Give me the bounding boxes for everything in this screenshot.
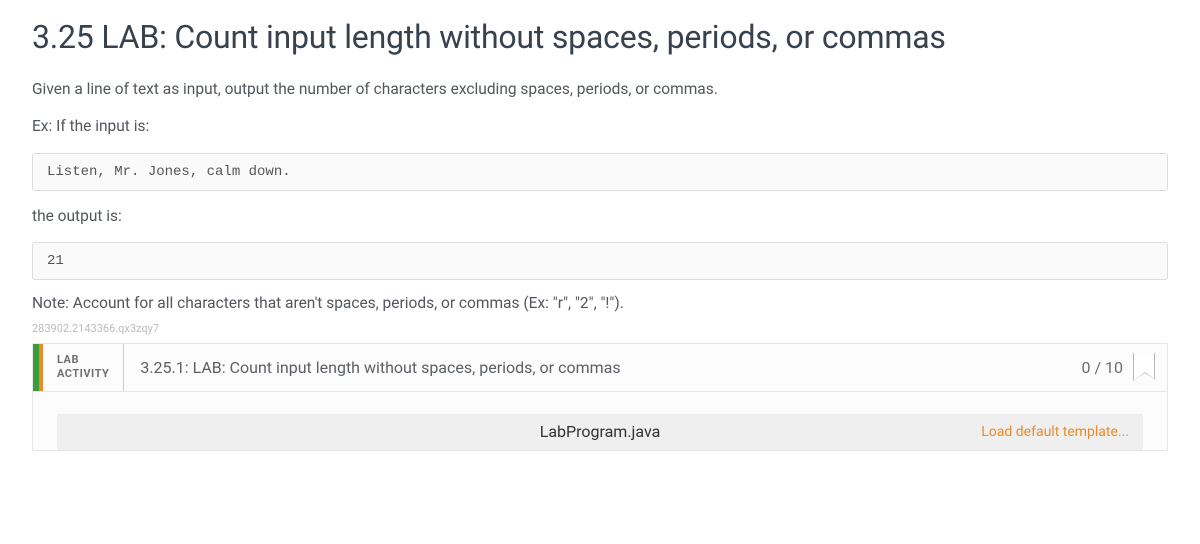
problem-description: Given a line of text as input, output th… <box>32 78 1168 101</box>
bookmark-icon[interactable] <box>1133 353 1155 381</box>
activity-title: 3.25.1: LAB: Count input length without … <box>124 344 1069 391</box>
activity-score: 0 / 10 <box>1069 344 1167 391</box>
activity-card: LAB ACTIVITY 3.25.1: LAB: Count input le… <box>32 343 1168 451</box>
example-input-block: Listen, Mr. Jones, calm down. <box>32 153 1168 191</box>
reference-id: 283902.2143366.qx3zqy7 <box>32 322 1168 335</box>
page-title: 3.25 LAB: Count input length without spa… <box>32 18 1168 56</box>
file-bar-wrap: LabProgram.java Load default template... <box>33 392 1167 450</box>
activity-badge: LAB ACTIVITY <box>43 344 124 391</box>
example-intro: Ex: If the input is: <box>32 115 1168 138</box>
badge-line2: ACTIVITY <box>57 367 109 381</box>
file-name: LabProgram.java <box>57 422 1143 441</box>
activity-header: LAB ACTIVITY 3.25.1: LAB: Count input le… <box>33 344 1167 392</box>
badge-line1: LAB <box>57 353 109 367</box>
file-bar: LabProgram.java Load default template... <box>57 414 1143 450</box>
output-intro: the output is: <box>32 205 1168 228</box>
example-output-block: 21 <box>32 242 1168 280</box>
load-default-link[interactable]: Load default template... <box>981 424 1129 440</box>
note-text: Note: Account for all characters that ar… <box>32 294 1168 312</box>
score-text: 0 / 10 <box>1081 358 1123 377</box>
